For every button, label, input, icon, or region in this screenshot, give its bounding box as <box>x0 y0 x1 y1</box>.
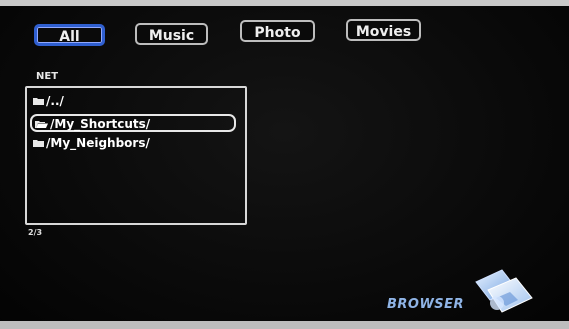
tab-photo-label: Photo <box>254 25 301 41</box>
list-item-parent[interactable]: /../ <box>33 93 64 109</box>
folder-icon <box>33 139 44 147</box>
list-item-label: /../ <box>46 94 64 108</box>
tab-music-label: Music <box>148 28 195 44</box>
open-folder-icon <box>35 120 48 128</box>
media-browser-screen: All Music Photo Movies NET /../ /My_Shor… <box>0 0 569 329</box>
file-list[interactable]: /../ /My_Shortcuts/ /My_Neighbors/ <box>25 86 247 225</box>
list-item-label: /My_Neighbors/ <box>46 136 150 150</box>
location-label: NET <box>36 71 59 82</box>
tab-movies[interactable]: Movies <box>346 19 421 41</box>
tab-photo[interactable]: Photo <box>240 20 315 42</box>
list-item-label: /My_Shortcuts/ <box>50 117 151 131</box>
screen-bezel-top <box>0 0 569 6</box>
folder-icon <box>33 97 44 105</box>
tab-all[interactable]: All <box>34 24 105 46</box>
tab-movies-label: Movies <box>355 24 412 40</box>
tab-all-label: All <box>59 29 80 45</box>
list-item-my-shortcuts[interactable]: /My_Shortcuts/ <box>30 114 236 132</box>
list-item-my-neighbors[interactable]: /My_Neighbors/ <box>33 135 150 151</box>
page-indicator: 2/3 <box>28 228 43 237</box>
screen-bezel-bottom <box>0 321 569 329</box>
tab-music[interactable]: Music <box>135 23 208 45</box>
browser-brand-label: BROWSER <box>387 297 465 312</box>
